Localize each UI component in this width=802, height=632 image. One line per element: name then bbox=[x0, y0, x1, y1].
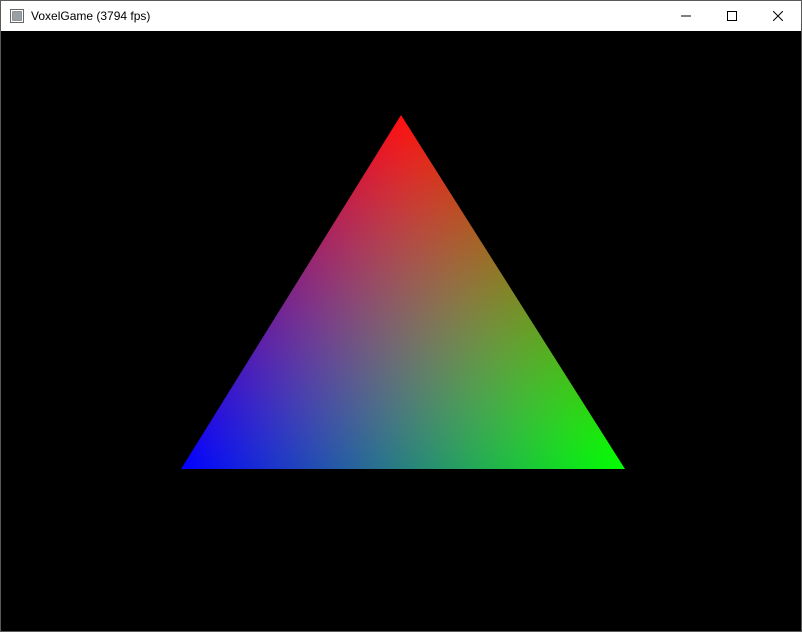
window-title: VoxelGame (3794 fps) bbox=[31, 1, 150, 31]
app-window: VoxelGame (3794 fps) bbox=[0, 0, 802, 632]
titlebar[interactable]: VoxelGame (3794 fps) bbox=[1, 1, 801, 31]
close-icon bbox=[773, 11, 783, 21]
minimize-icon bbox=[681, 11, 691, 21]
render-viewport[interactable] bbox=[1, 31, 801, 631]
window-controls bbox=[663, 1, 801, 31]
close-button[interactable] bbox=[755, 1, 801, 31]
minimize-button[interactable] bbox=[663, 1, 709, 31]
maximize-icon bbox=[727, 11, 737, 21]
app-icon bbox=[9, 8, 25, 24]
maximize-button[interactable] bbox=[709, 1, 755, 31]
rendered-triangle bbox=[1, 31, 801, 631]
